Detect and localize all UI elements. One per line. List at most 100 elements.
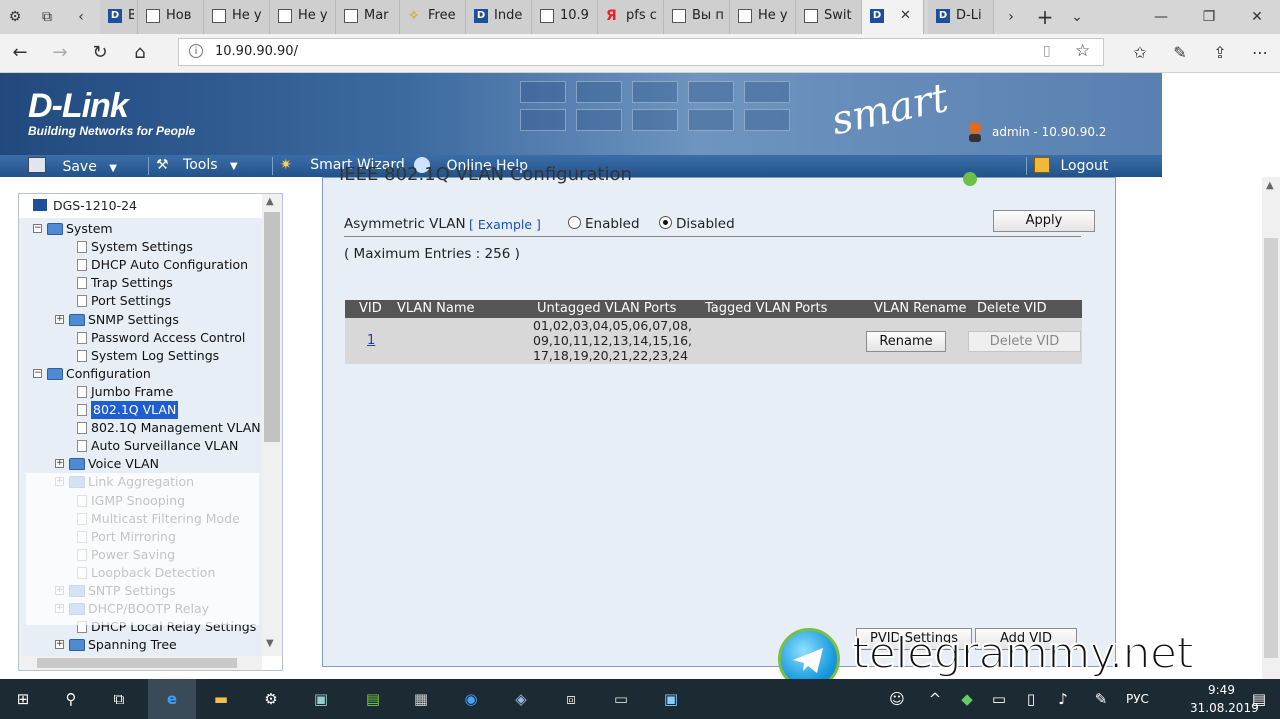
settings-gear-icon[interactable]: ⚙ (258, 687, 284, 711)
rename-button[interactable]: Rename (866, 331, 946, 352)
page-icon (146, 9, 160, 23)
browser-tab[interactable]: Яpfs с (598, 0, 664, 34)
search-icon[interactable]: ⚲ (58, 687, 84, 711)
windows-start-icon[interactable]: ⊞ (10, 687, 36, 711)
browser-tab[interactable]: D ✕ (862, 0, 924, 34)
tree-item[interactable]: Configuration (66, 365, 151, 383)
clock-time[interactable]: 9:49 (1208, 683, 1235, 697)
minimize-icon[interactable]: — (1150, 6, 1172, 28)
set-tabs-aside-icon[interactable]: ⧉ (36, 6, 58, 28)
tree-item[interactable]: Trap Settings (91, 274, 173, 292)
tree-root-row[interactable]: DGS-1210-24 (19, 194, 262, 219)
share-icon[interactable]: ⇪ (1208, 42, 1232, 64)
browser-tab[interactable]: Swit (796, 0, 862, 34)
app-icon[interactable]: ▦ (408, 687, 434, 711)
example-link[interactable]: [ Example ] (469, 217, 541, 232)
close-window-icon[interactable]: ✕ (1246, 6, 1268, 28)
refresh-icon[interactable]: ↻ (88, 42, 112, 64)
tree-item[interactable]: Jumbo Frame (91, 383, 173, 401)
chevron-right-icon[interactable]: › (1000, 6, 1022, 28)
tree-item[interactable]: Voice VLAN (88, 455, 159, 473)
new-tab-icon[interactable]: + (1034, 6, 1056, 28)
task-view-icon[interactable]: ⧉ (106, 687, 132, 711)
file-explorer-icon[interactable]: ▬ (208, 687, 234, 711)
info-icon[interactable]: i (189, 44, 203, 58)
tray-chevron-icon[interactable]: ^ (922, 687, 948, 711)
terminal-icon[interactable]: ▭ (608, 687, 634, 711)
tool-app-icon[interactable]: ◈ (508, 687, 534, 711)
hardware-app-icon[interactable]: ▤ (360, 687, 386, 711)
language-indicator[interactable]: РУС (1126, 692, 1149, 706)
save-menu[interactable]: Save ▼ (28, 157, 117, 175)
tree-item[interactable]: Spanning Tree (88, 636, 177, 654)
collapse-icon[interactable]: − (33, 224, 42, 233)
collapse-icon[interactable]: − (33, 368, 42, 378)
tree-item[interactable]: System (66, 220, 113, 238)
browser-tab[interactable]: Не у (270, 0, 336, 34)
browser-tab[interactable]: D Вы п (100, 0, 138, 34)
favorite-star-icon[interactable]: ☆ (1075, 41, 1093, 61)
notifications-icon[interactable]: ▤ (1246, 687, 1272, 711)
tab-dropdown-icon[interactable]: ⌄ (1066, 6, 1088, 28)
browser-tab[interactable]: Не у (730, 0, 796, 34)
browser-tab[interactable]: ✧ Free (400, 0, 466, 34)
people-icon[interactable]: ☺ (884, 687, 910, 711)
tree-item[interactable]: SNMP Settings (88, 311, 179, 329)
edge-icon[interactable]: e (159, 687, 185, 711)
status-icon (963, 172, 977, 186)
tree-item[interactable]: System Log Settings (91, 347, 219, 365)
page-scroll-thumb[interactable] (1264, 238, 1278, 658)
tree-item[interactable]: DHCP Auto Configuration (91, 256, 248, 274)
tools-menu[interactable]: ⚒ Tools ▼ (156, 157, 238, 173)
tree-item[interactable]: 802.1Q Management VLAN (91, 419, 261, 437)
remote-desktop-icon[interactable]: ▣ (658, 687, 684, 711)
forward-icon[interactable]: → (48, 42, 72, 64)
apply-button[interactable]: Apply (993, 210, 1095, 232)
tree-hscroll-thumb[interactable] (37, 658, 237, 668)
battery-icon[interactable]: ▭ (986, 687, 1012, 711)
network-app-icon[interactable]: ▣ (308, 687, 334, 711)
page-scroll-up-icon[interactable]: ▲ (1266, 180, 1274, 191)
browser-tab[interactable]: Mar (336, 0, 400, 34)
browser-tab[interactable]: Нов (138, 0, 204, 34)
chevron-left-icon[interactable]: ‹ (70, 6, 92, 28)
browser-tab[interactable]: Не у (204, 0, 270, 34)
reading-view-icon[interactable]: ▯ (1043, 43, 1061, 61)
tree-item[interactable]: 802.1Q VLAN (91, 401, 179, 419)
defender-icon[interactable]: ◆ (954, 687, 980, 711)
pen-icon[interactable]: ✎ (1168, 42, 1192, 64)
settings-icon[interactable]: ⚙ (4, 6, 26, 28)
enabled-radio[interactable] (568, 216, 581, 229)
pen-workspace-icon[interactable]: ✎ (1088, 687, 1114, 711)
restore-icon[interactable]: ❐ (1198, 6, 1220, 28)
tree-item[interactable]: System Settings (91, 238, 193, 256)
tree-scroll-thumb[interactable] (264, 212, 280, 442)
volume-icon[interactable]: ♪ (1050, 687, 1076, 711)
browser-tab[interactable]: D D-Li (928, 0, 994, 34)
delete-vid-button[interactable]: Delete VID (968, 331, 1081, 352)
scroll-up-icon[interactable]: ▲ (266, 196, 274, 207)
expand-icon[interactable]: + (55, 314, 64, 324)
expand-icon[interactable]: + (55, 640, 64, 650)
favorites-icon[interactable]: ✩ (1128, 42, 1152, 64)
browser-tab[interactable]: 10.9 (532, 0, 598, 34)
logout-button[interactable]: Logout (1034, 157, 1108, 174)
network-icon[interactable]: ▯ (1018, 687, 1044, 711)
home-icon[interactable]: ⌂ (128, 42, 152, 64)
tree-item[interactable]: Auto Surveillance VLAN (91, 437, 238, 455)
back-icon[interactable]: ← (8, 42, 32, 64)
network-connections-icon[interactable]: ⧈ (558, 687, 584, 711)
tab-label: Не у (298, 8, 328, 23)
tree-item[interactable]: Password Access Control (91, 329, 245, 347)
vid-link[interactable]: 1 (367, 333, 375, 348)
close-tab-icon[interactable]: ✕ (900, 8, 911, 23)
browser-tab[interactable]: D Inde (466, 0, 532, 34)
browser-app-icon[interactable]: ◉ (458, 687, 484, 711)
tree-item[interactable]: Port Settings (91, 292, 171, 310)
browser-tab[interactable]: Вы п (664, 0, 730, 34)
more-icon[interactable]: ⋯ (1248, 42, 1272, 64)
disabled-radio[interactable] (659, 216, 672, 229)
address-input[interactable]: i 10.90.90.90/ ▯ ☆ (178, 38, 1104, 66)
expand-icon[interactable]: + (55, 459, 64, 469)
scroll-down-icon[interactable]: ▼ (266, 638, 274, 649)
